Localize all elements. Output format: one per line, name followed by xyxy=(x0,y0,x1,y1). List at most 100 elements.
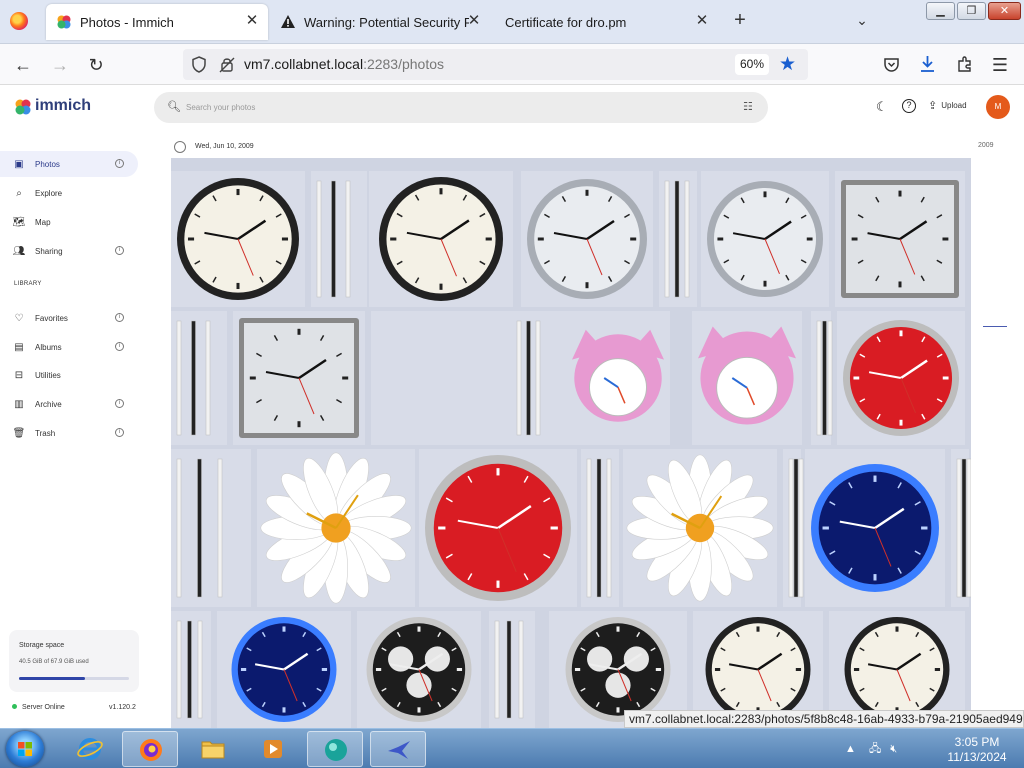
start-button[interactable] xyxy=(6,731,44,767)
back-arrow-icon[interactable]: ← xyxy=(12,54,34,76)
maximize-window-button[interactable]: ❐ xyxy=(957,2,986,20)
firefox-menu-icon[interactable] xyxy=(10,12,28,30)
photo-grid-canvas xyxy=(171,171,971,728)
info-icon[interactable]: i xyxy=(115,246,124,255)
close-window-button[interactable]: ✕ xyxy=(988,2,1021,20)
forward-arrow-icon[interactable]: → xyxy=(49,54,71,76)
photo-thumbnail[interactable] xyxy=(171,171,305,307)
url-bar[interactable]: vm7.collabnet.local:2283/photos 60% ★ xyxy=(183,49,808,80)
server-status[interactable]: Server Online xyxy=(12,704,65,711)
taskbar-media-player[interactable] xyxy=(245,731,301,767)
dark-mode-moon-icon[interactable]: ☾ xyxy=(876,99,888,115)
search-icon[interactable]: 🔍︎ xyxy=(167,100,181,113)
info-icon[interactable]: i xyxy=(115,159,124,168)
photo-thumbnail[interactable] xyxy=(692,311,802,445)
photo-thumbnail[interactable] xyxy=(701,171,829,307)
list-all-tabs-icon[interactable]: ⌄ xyxy=(853,12,871,30)
close-tab-icon[interactable]: ✕ xyxy=(466,13,482,29)
volume-muted-icon[interactable]: 🔇︎ xyxy=(890,743,897,755)
close-tab-icon[interactable]: ✕ xyxy=(244,13,260,29)
sidebar-item-sharing[interactable]: 👥︎ Sharing i xyxy=(0,238,138,264)
photo-thumbnail[interactable] xyxy=(837,311,965,445)
photo-thumbnail[interactable] xyxy=(217,611,351,728)
photo-thumbnail[interactable] xyxy=(419,449,577,607)
tab-photos-immich[interactable]: Photos - Immich ✕ xyxy=(46,4,268,40)
system-tray[interactable]: ▲ 🖧︎ 🔇︎ xyxy=(845,740,897,759)
show-hidden-icons-icon[interactable]: ▲ xyxy=(845,743,856,755)
photo-thumbnail[interactable] xyxy=(805,449,945,607)
photo-thumbnail[interactable] xyxy=(171,449,251,607)
taskbar-firefox[interactable] xyxy=(122,731,178,767)
zoom-level-button[interactable]: 60% xyxy=(735,54,769,75)
hamburger-menu-icon[interactable]: ☰ xyxy=(989,54,1011,76)
sidebar-item-map[interactable]: 🗺︎ Map xyxy=(0,209,138,235)
info-icon[interactable]: i xyxy=(115,313,124,322)
sidebar-item-photos[interactable]: ▣ Photos i xyxy=(0,151,138,177)
info-icon[interactable]: i xyxy=(115,399,124,408)
sidebar-item-favorites[interactable]: ♡ Favorites i xyxy=(0,305,138,331)
downloads-icon[interactable] xyxy=(919,55,936,73)
photo-thumbnail[interactable] xyxy=(659,171,697,307)
photo-search-bar[interactable]: 🔍︎ ☷ xyxy=(154,92,768,123)
app-version[interactable]: v1.120.2 xyxy=(109,704,136,711)
user-avatar[interactable]: M xyxy=(986,95,1010,119)
extensions-puzzle-icon[interactable] xyxy=(956,55,973,73)
photo-thumbnail[interactable] xyxy=(566,311,670,445)
insecure-lock-icon[interactable] xyxy=(219,56,235,73)
photo-thumbnail[interactable] xyxy=(581,449,619,607)
select-date-group-checkbox[interactable] xyxy=(174,141,186,153)
browser-tab-strip: Photos - Immich ✕ Warning: Potential Sec… xyxy=(0,0,1024,44)
photo-thumbnail[interactable] xyxy=(951,449,971,607)
bookmark-star-icon[interactable]: ★ xyxy=(779,53,796,76)
new-tab-button[interactable]: + xyxy=(730,10,750,30)
photo-thumbnail[interactable] xyxy=(233,311,365,445)
taskbar-app-bird[interactable] xyxy=(370,731,426,767)
photo-thumbnail[interactable] xyxy=(623,449,777,607)
pocket-icon[interactable] xyxy=(883,56,900,73)
search-input[interactable] xyxy=(186,98,706,117)
tab-title: Certificate for dro.pm xyxy=(505,14,627,30)
photo-thumbnail[interactable] xyxy=(369,171,513,307)
timeline-scrubber[interactable] xyxy=(983,326,1007,327)
help-icon[interactable]: ? xyxy=(902,99,916,113)
photo-thumbnail[interactable] xyxy=(171,611,211,728)
info-icon[interactable]: i xyxy=(115,428,124,437)
sidebar-item-archive[interactable]: ▥ Archive i xyxy=(0,391,138,417)
timeline-year-label[interactable]: 2009 xyxy=(978,142,994,149)
taskbar-file-explorer[interactable] xyxy=(185,731,241,767)
network-icon[interactable]: 🖧︎ xyxy=(869,743,881,755)
photo-thumbnail[interactable] xyxy=(811,311,833,445)
taskbar-clock[interactable]: 3:05 PM 11/13/2024 xyxy=(938,735,1016,765)
photo-thumbnail[interactable] xyxy=(783,449,804,607)
sidebar-item-explore[interactable]: ⌕ Explore xyxy=(0,180,138,206)
minimize-window-button[interactable]: ▁ xyxy=(926,2,955,20)
tab-security-warning[interactable]: Warning: Potential Security Risk Ahead ✕ xyxy=(272,4,484,40)
taskbar-app-teal[interactable] xyxy=(307,731,363,767)
immich-logo-icon[interactable] xyxy=(14,98,32,116)
photo-thumbnail[interactable] xyxy=(489,611,535,728)
info-icon[interactable]: i xyxy=(115,342,124,351)
photo-thumbnail[interactable] xyxy=(511,311,547,445)
url-path: :2283/photos xyxy=(363,56,445,72)
sidebar-item-utilities[interactable]: ⊟ Utilities xyxy=(0,362,138,388)
teal-sphere-app-icon xyxy=(325,739,347,761)
upload-button[interactable]: ⇪ Upload xyxy=(928,99,967,112)
albums-icon: ▤ xyxy=(14,341,24,353)
reload-icon[interactable]: ↻ xyxy=(85,54,107,76)
photo-thumbnail[interactable] xyxy=(521,171,653,307)
photo-thumbnail[interactable] xyxy=(171,311,227,445)
photo-thumbnail[interactable] xyxy=(257,449,415,607)
close-tab-icon[interactable]: ✕ xyxy=(694,13,710,29)
search-filter-icon[interactable]: ☷ xyxy=(743,100,753,113)
storage-space-panel[interactable]: Storage space 40.5 GiB of 67.9 GiB used xyxy=(9,630,139,692)
photo-thumbnail[interactable] xyxy=(835,171,965,307)
sidebar-item-albums[interactable]: ▤ Albums i xyxy=(0,334,138,360)
app-logo-text[interactable]: immich xyxy=(35,97,91,115)
taskbar-internet-explorer[interactable] xyxy=(62,731,118,767)
photo-thumbnail[interactable] xyxy=(311,171,367,307)
url-text[interactable]: vm7.collabnet.local:2283/photos xyxy=(244,56,444,72)
photo-thumbnail[interactable] xyxy=(357,611,481,728)
sidebar-item-trash[interactable]: 🗑︎ Trash i xyxy=(0,420,138,446)
tracking-shield-icon[interactable] xyxy=(191,56,207,73)
tab-certificate[interactable]: Certificate for dro.pm ✕ xyxy=(492,4,718,40)
